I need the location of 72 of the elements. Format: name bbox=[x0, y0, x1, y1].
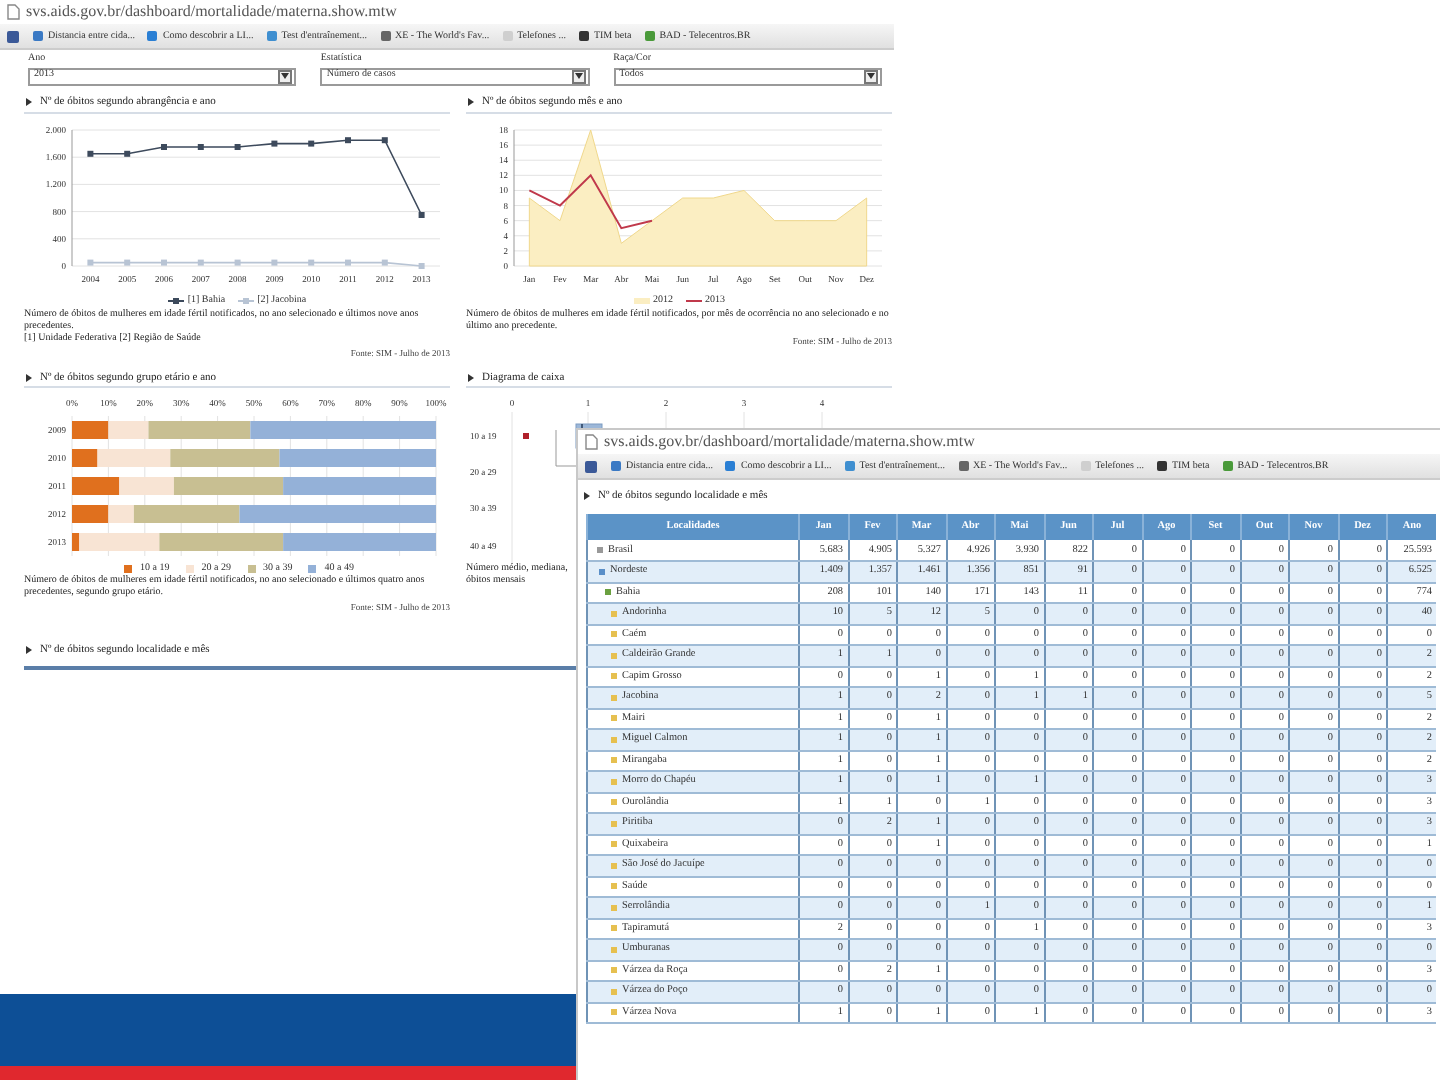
bullet-icon bbox=[610, 651, 618, 660]
arrow-icon bbox=[466, 371, 476, 384]
bookmark-icon bbox=[724, 460, 737, 472]
data-point bbox=[308, 258, 315, 265]
bullet-icon bbox=[610, 903, 618, 912]
bookmark-icon bbox=[379, 30, 391, 42]
url-text[interactable]: svs.aids.gov.br/dashboard/mortalidade/materna.show.mtw bbox=[26, 0, 397, 24]
bookmark-icon bbox=[1221, 460, 1234, 472]
bullet-icon bbox=[610, 630, 618, 639]
bookmark-icon bbox=[643, 30, 656, 42]
bookmark-icon bbox=[501, 30, 514, 42]
caret-icon bbox=[573, 72, 584, 80]
bullet-icon bbox=[610, 861, 618, 870]
bookmark-icon bbox=[577, 30, 590, 42]
bullet-icon bbox=[610, 987, 618, 996]
data-point bbox=[345, 136, 351, 143]
data-point bbox=[124, 149, 131, 156]
bullet-icon bbox=[598, 567, 606, 576]
data-point bbox=[234, 258, 241, 265]
bullet-icon bbox=[610, 693, 618, 702]
legend-swatch-icon bbox=[633, 296, 649, 306]
data-point bbox=[197, 258, 204, 265]
page-icon bbox=[584, 434, 598, 450]
data-point bbox=[418, 262, 425, 268]
bullet-icon bbox=[610, 966, 618, 975]
legend-swatch-icon bbox=[243, 563, 259, 574]
data-point bbox=[381, 258, 388, 265]
bookmark-icon bbox=[265, 30, 278, 42]
caret-icon bbox=[865, 72, 876, 80]
bullet-icon bbox=[610, 798, 618, 807]
data-point bbox=[271, 258, 278, 265]
arrow-icon bbox=[24, 644, 34, 656]
legend-swatch-icon bbox=[685, 296, 701, 306]
legend-swatch-icon bbox=[237, 296, 254, 306]
caret-icon bbox=[280, 72, 291, 80]
data-point bbox=[418, 211, 425, 217]
data-point bbox=[234, 143, 241, 149]
bullet-icon bbox=[610, 924, 618, 933]
bullet-icon bbox=[596, 546, 604, 554]
bullet-icon bbox=[610, 777, 618, 786]
data-point bbox=[345, 258, 351, 265]
bookmark-icon bbox=[957, 460, 969, 472]
bookmark-icon bbox=[1079, 460, 1092, 472]
bullet-icon bbox=[610, 1008, 618, 1017]
bullet-icon bbox=[604, 588, 612, 597]
data-point bbox=[381, 136, 388, 143]
bookmark-icon bbox=[1155, 460, 1168, 472]
bullet-icon bbox=[610, 714, 618, 723]
bullet-icon bbox=[610, 945, 618, 954]
arrow-icon bbox=[582, 490, 592, 502]
url-text[interactable]: svs.aids.gov.br/dashboard/mortalidade/materna.show.mtw bbox=[604, 430, 975, 454]
data-point bbox=[161, 258, 167, 265]
arrow-icon bbox=[24, 96, 34, 108]
data-point bbox=[271, 139, 278, 146]
arrow-icon bbox=[24, 371, 34, 384]
bullet-icon bbox=[610, 609, 618, 618]
bookmark-icon bbox=[843, 460, 856, 472]
arrow-icon bbox=[466, 96, 476, 108]
data-point bbox=[308, 139, 315, 146]
bullet-icon bbox=[610, 840, 618, 849]
data-point bbox=[124, 258, 131, 265]
bullet-icon bbox=[610, 819, 618, 828]
data-point bbox=[161, 143, 167, 149]
bullet-icon bbox=[610, 756, 618, 765]
bullet-icon bbox=[610, 882, 618, 891]
legend-swatch-icon bbox=[167, 296, 184, 306]
data-point bbox=[87, 149, 94, 156]
bookmark-icon bbox=[146, 30, 159, 42]
data-point bbox=[197, 143, 204, 149]
data-point bbox=[87, 258, 94, 265]
bullet-icon bbox=[610, 672, 618, 681]
bullet-icon bbox=[610, 735, 618, 744]
